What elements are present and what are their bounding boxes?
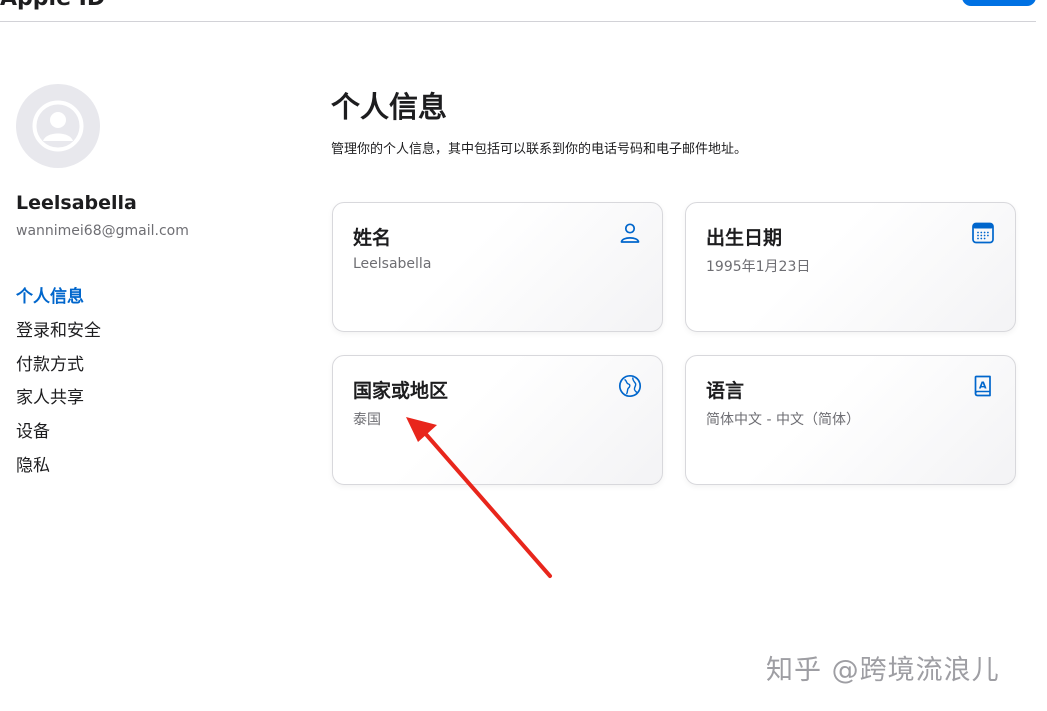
user-name: Leelsabella xyxy=(16,192,137,214)
card-value: 1995年1月23日 xyxy=(706,259,811,275)
avatar[interactable] xyxy=(16,84,100,168)
top-bar: Apple ID xyxy=(0,0,1036,22)
person-icon xyxy=(620,223,640,243)
card-title: 出生日期 xyxy=(706,227,783,249)
card-value: Leelsabella xyxy=(353,256,432,272)
sidebar-item-privacy[interactable]: 隐私 xyxy=(16,454,101,488)
svg-text:A: A xyxy=(979,381,987,392)
name-card[interactable]: 姓名 Leelsabella xyxy=(332,202,663,332)
card-value: 简体中文 - 中文（简体） xyxy=(706,412,860,428)
card-title: 姓名 xyxy=(353,227,392,249)
page-title: 个人信息 xyxy=(331,90,448,124)
card-title: 国家或地区 xyxy=(353,380,449,402)
sidebar-item-personal-info[interactable]: 个人信息 xyxy=(16,285,101,319)
sidebar-item-devices[interactable]: 设备 xyxy=(16,420,101,454)
region-card[interactable]: 国家或地区 泰国 xyxy=(332,355,663,485)
sidebar-item-family-sharing[interactable]: 家人共享 xyxy=(16,386,101,420)
user-email: wannimei68@gmail.com xyxy=(16,223,189,239)
book-icon: A xyxy=(974,375,991,397)
globe-icon xyxy=(618,374,642,398)
calendar-icon xyxy=(972,222,994,244)
sidebar-item-payment-methods[interactable]: 付款方式 xyxy=(16,353,101,387)
header-action-button[interactable] xyxy=(962,0,1036,6)
language-card[interactable]: 语言 简体中文 - 中文（简体） A xyxy=(685,355,1016,485)
card-title: 语言 xyxy=(706,380,745,402)
person-circle-icon xyxy=(32,100,84,152)
sidebar-nav: 个人信息 登录和安全 付款方式 家人共享 设备 隐私 xyxy=(16,285,101,488)
birthday-card[interactable]: 出生日期 1995年1月23日 xyxy=(685,202,1016,332)
sidebar-item-sign-in-security[interactable]: 登录和安全 xyxy=(16,319,101,353)
card-value: 泰国 xyxy=(353,412,381,428)
app-title: Apple ID xyxy=(0,0,105,11)
page-description: 管理你的个人信息，其中包括可以联系到你的电话号码和电子邮件地址。 xyxy=(331,142,748,157)
watermark: 知乎 @跨境流浪儿 xyxy=(766,655,1000,686)
